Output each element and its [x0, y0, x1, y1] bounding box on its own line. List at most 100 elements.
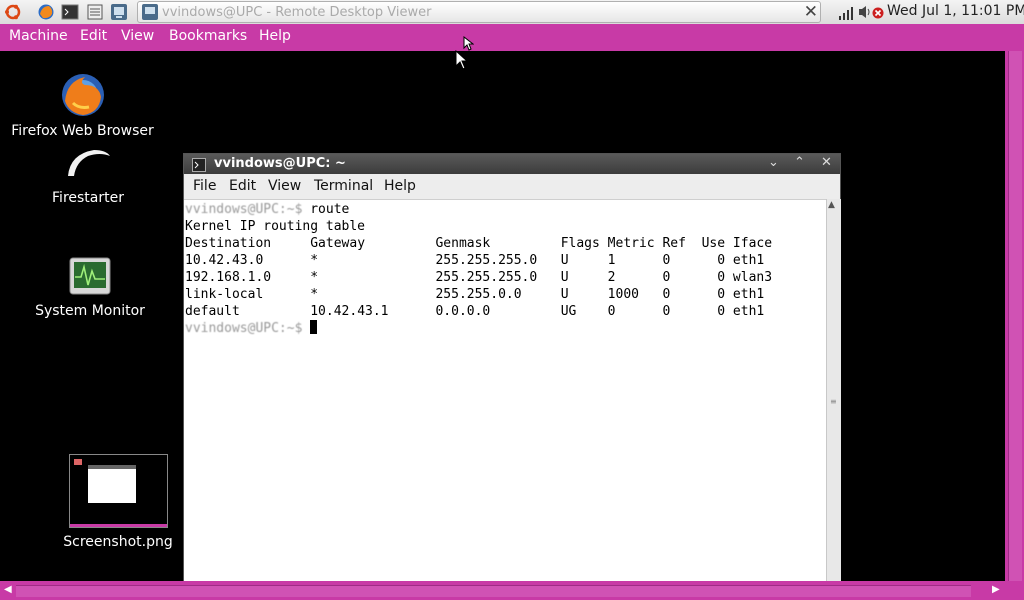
column-header: Genmask [435, 236, 561, 251]
table-cell: U [560, 287, 608, 302]
table-cell: 255.255.255.0 [435, 253, 561, 268]
vertical-scrollbar-thumb[interactable] [1008, 51, 1022, 581]
terminal-title: vvindows@UPC: ~ [214, 156, 346, 171]
vertical-scrollbar[interactable] [1005, 51, 1024, 581]
firefox-launcher-icon[interactable] [37, 3, 55, 21]
routing-table-header: Kernel IP routing table [185, 219, 366, 234]
scrollbar-grip[interactable]: ≡ [830, 397, 837, 406]
clock[interactable]: Wed Jul 1, 11:01 PM [887, 3, 1024, 19]
taskbar-window-title: vvindows@UPC - Remote Desktop Viewer [162, 5, 432, 20]
table-cell: * [310, 253, 436, 268]
text-cursor [310, 320, 318, 334]
terminal-titlebar[interactable]: vvindows@UPC: ~ ⌄ ⌃ ✕ [184, 154, 840, 174]
prompt: vvindows@UPC:~$ [185, 321, 303, 336]
table-cell: 192.168.1.0 [185, 270, 311, 285]
table-row: 10.42.43.0 * 255.255.255.0 U 1 0 0 eth1 [185, 252, 825, 269]
scroll-left-icon[interactable]: ◀ [4, 584, 12, 595]
desktop-icon-system-monitor[interactable]: System Monitor [30, 257, 150, 319]
menu-edit[interactable]: Edit [229, 178, 256, 194]
table-cell: 10.42.43.0 [185, 253, 311, 268]
table-cell: 255.255.0.0 [435, 287, 561, 302]
horizontal-scrollbar-thumb[interactable] [16, 585, 971, 597]
table-cell: * [310, 287, 436, 302]
table-cell: 0 [693, 304, 733, 319]
remote-desktop-icon [142, 4, 158, 24]
top-panel: vvindows@UPC - Remote Desktop Viewer ✕ W… [0, 0, 1024, 25]
close-icon[interactable]: ✕ [804, 2, 818, 22]
table-cell: 2 [607, 270, 663, 285]
desktop-icon-label: Screenshot.png [63, 534, 173, 550]
menu-view[interactable]: View [121, 28, 154, 44]
table-cell: eth1 [732, 253, 780, 268]
command: route [310, 202, 350, 217]
desktop-icon-label: Firefox Web Browser [11, 123, 154, 139]
menu-file[interactable]: File [193, 178, 216, 194]
table-row: default 10.42.43.1 0.0.0.0 UG 0 0 0 eth1 [185, 303, 825, 320]
remote-desktop-launcher-icon[interactable] [110, 3, 128, 21]
desktop-icon-label: Firestarter [52, 190, 124, 206]
table-cell: 0.0.0.0 [435, 304, 561, 319]
menu-help[interactable]: Help [259, 28, 291, 44]
scroll-right-icon[interactable]: ▶ [992, 584, 1000, 595]
terminal-launcher-icon[interactable] [61, 3, 79, 21]
column-header: Flags [560, 236, 608, 251]
column-header: Ref [662, 236, 694, 251]
table-cell: 0 [662, 287, 694, 302]
column-header: Metric [607, 236, 663, 251]
menu-help[interactable]: Help [384, 178, 416, 194]
column-header: Iface [732, 236, 780, 251]
menu-edit[interactable]: Edit [80, 28, 107, 44]
notes-launcher-icon[interactable] [86, 3, 104, 21]
desktop-icon-firefox[interactable]: Firefox Web Browser [10, 71, 155, 139]
table-cell: 0 [693, 287, 733, 302]
current-prompt-line: vvindows@UPC:~$ [185, 320, 825, 337]
horizontal-scrollbar[interactable]: ◀ ▶ [0, 581, 1024, 600]
terminal-window[interactable]: vvindows@UPC: ~ ⌄ ⌃ ✕ File Edit View Ter… [183, 153, 841, 583]
system-monitor-icon [68, 257, 112, 297]
table-cell: 1 [607, 253, 663, 268]
table-cell: U [560, 253, 608, 268]
table-cell: 255.255.255.0 [435, 270, 561, 285]
terminal-scrollbar[interactable]: ▲ ≡ [826, 199, 841, 582]
firestarter-icon [64, 146, 112, 182]
battery-error-icon[interactable] [872, 5, 884, 24]
table-cell: link-local [185, 287, 311, 302]
volume-icon[interactable] [858, 4, 872, 24]
table-cell: wlan3 [732, 270, 780, 285]
column-header: Use [693, 236, 733, 251]
menu-terminal[interactable]: Terminal [314, 178, 373, 194]
close-icon[interactable]: ✕ [821, 155, 832, 170]
image-thumbnail-icon [68, 454, 168, 528]
table-cell: 0 [693, 253, 733, 268]
menu-bookmarks[interactable]: Bookmarks [169, 28, 247, 44]
table-cell: 0 [662, 270, 694, 285]
table-cell: default [185, 304, 311, 319]
network-signal-icon[interactable] [838, 5, 854, 24]
table-row: link-local * 255.255.0.0 U 1000 0 0 eth1 [185, 286, 825, 303]
routing-table: Destination Gateway Genmask Flags Metric… [185, 235, 825, 320]
table-cell: 1000 [607, 287, 663, 302]
viewer-pointer-icon [463, 35, 475, 56]
menu-machine[interactable]: Machine [9, 28, 68, 44]
desktop-icon-firestarter[interactable]: Firestarter [38, 146, 138, 206]
table-cell: 0 [662, 304, 694, 319]
maximize-icon[interactable]: ⌃ [794, 155, 805, 170]
column-header: Gateway [310, 236, 436, 251]
terminal-menubar: File Edit View Terminal Help [184, 174, 840, 200]
firefox-icon [59, 71, 107, 119]
scroll-up-icon[interactable]: ▲ [828, 200, 835, 210]
desktop-icon-label: System Monitor [35, 303, 145, 319]
taskbar-window-button[interactable]: vvindows@UPC - Remote Desktop Viewer ✕ [137, 1, 821, 23]
table-cell: eth1 [732, 287, 780, 302]
desktop-icon-screenshot[interactable]: Screenshot.png [55, 454, 181, 550]
viewer-menubar: Machine Edit View Bookmarks Help [0, 24, 1024, 48]
prompt: vvindows@UPC:~$ [185, 202, 303, 217]
minimize-icon[interactable]: ⌄ [768, 155, 779, 170]
table-cell: * [310, 270, 436, 285]
column-header: Destination [185, 236, 311, 251]
terminal-output[interactable]: vvindows@UPC:~$ route Kernel IP routing t… [185, 201, 825, 581]
table-row: 192.168.1.0 * 255.255.255.0 U 2 0 0 wlan… [185, 269, 825, 286]
ubuntu-menu-icon[interactable] [4, 3, 22, 21]
table-cell: U [560, 270, 608, 285]
menu-view[interactable]: View [268, 178, 301, 194]
